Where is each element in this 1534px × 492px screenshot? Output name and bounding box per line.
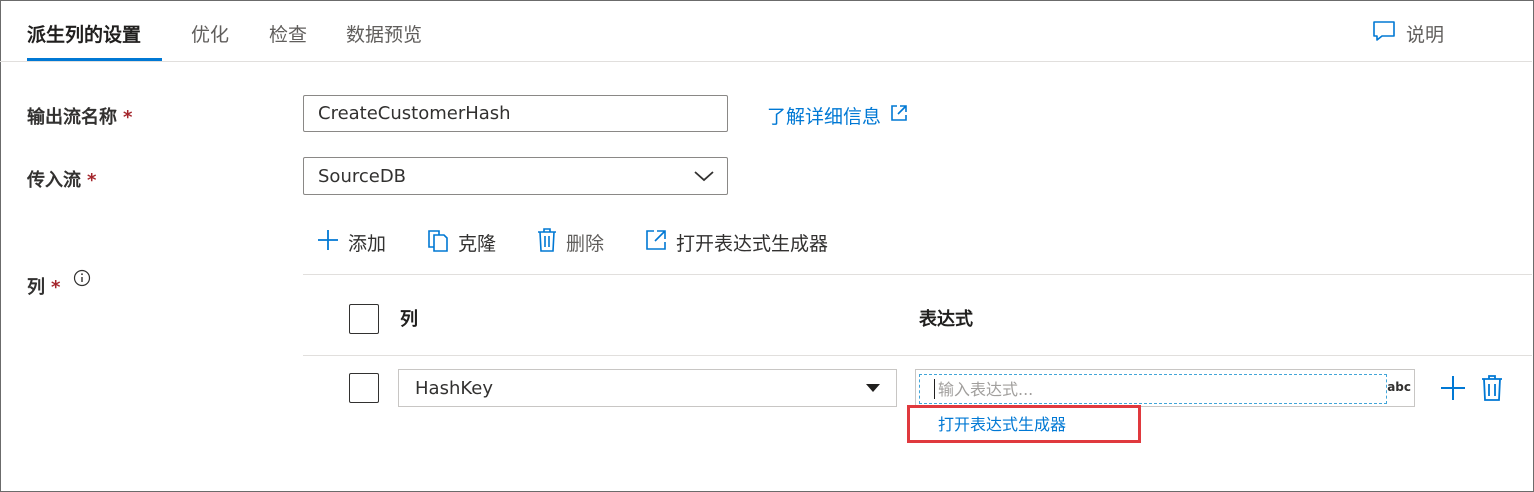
incoming-stream-label-text: 传入流 xyxy=(27,170,81,191)
add-button[interactable]: 添加 xyxy=(316,228,386,257)
incoming-stream-select[interactable]: SourceDB xyxy=(303,157,728,195)
expression-field: abc xyxy=(915,369,1415,407)
columns-label-text: 列 xyxy=(27,277,45,298)
plus-icon xyxy=(1440,376,1466,405)
learn-more-label: 了解详细信息 xyxy=(767,106,882,128)
required-mark: * xyxy=(123,107,133,128)
column-name-value: HashKey xyxy=(415,378,493,399)
incoming-stream-value: SourceDB xyxy=(318,166,407,187)
output-stream-name-input[interactable] xyxy=(303,95,728,132)
external-link-icon xyxy=(644,228,668,257)
expression-input[interactable] xyxy=(919,374,1387,404)
learn-more-link[interactable]: 了解详细信息 xyxy=(767,102,909,129)
help-label: 说明 xyxy=(1406,24,1445,46)
grid-header-divider xyxy=(303,355,1532,356)
expression-header: 表达式 xyxy=(919,309,973,330)
tab-bar: 派生列的设置 优化 检查 数据预览 说明 xyxy=(0,0,1532,62)
delete-button[interactable]: 删除 xyxy=(536,227,604,258)
add-row-button[interactable] xyxy=(1440,375,1466,405)
row-checkbox[interactable] xyxy=(349,373,379,403)
clone-label: 克隆 xyxy=(458,232,497,255)
text-cursor xyxy=(934,379,935,399)
tab-inspect[interactable]: 检查 xyxy=(269,20,307,47)
clone-button[interactable]: 克隆 xyxy=(426,227,496,258)
columns-section-label: 列 * xyxy=(27,269,91,299)
open-expression-builder-link[interactable]: 打开表达式生成器 xyxy=(938,411,1066,435)
tab-optimize[interactable]: 优化 xyxy=(191,20,229,47)
required-mark: * xyxy=(87,170,97,191)
incoming-stream-label: 传入流 * xyxy=(27,166,96,192)
output-stream-label: 输出流名称 * xyxy=(27,103,132,129)
string-type-badge: abc xyxy=(1387,380,1411,394)
output-stream-label-text: 输出流名称 xyxy=(27,107,117,128)
active-tab-indicator xyxy=(27,58,162,61)
open-builder-label: 打开表达式生成器 xyxy=(676,232,829,255)
tab-derived-column-settings[interactable]: 派生列的设置 xyxy=(27,20,141,47)
add-label: 添加 xyxy=(348,232,387,255)
column-header: 列 xyxy=(400,309,418,330)
tab-data-preview[interactable]: 数据预览 xyxy=(346,20,422,47)
comment-icon xyxy=(1372,20,1396,47)
trash-icon xyxy=(536,227,558,258)
open-expression-builder-button[interactable]: 打开表达式生成器 xyxy=(644,228,828,257)
info-icon[interactable] xyxy=(73,269,91,292)
caret-down-icon xyxy=(866,384,880,392)
columns-toolbar: 添加 克隆 删除 打开表达式生成器 xyxy=(316,227,868,258)
delete-row-button[interactable] xyxy=(1481,374,1503,406)
trash-icon xyxy=(1481,375,1503,406)
column-name-select[interactable]: HashKey xyxy=(398,369,897,407)
external-link-icon xyxy=(889,103,909,128)
chevron-down-icon xyxy=(693,167,715,189)
grid-top-divider xyxy=(303,274,1532,275)
delete-label: 删除 xyxy=(566,232,605,255)
select-all-checkbox[interactable] xyxy=(349,304,379,334)
required-mark: * xyxy=(51,277,61,298)
copy-icon xyxy=(426,227,450,258)
help-button[interactable]: 说明 xyxy=(1372,20,1444,47)
plus-icon xyxy=(316,228,340,257)
